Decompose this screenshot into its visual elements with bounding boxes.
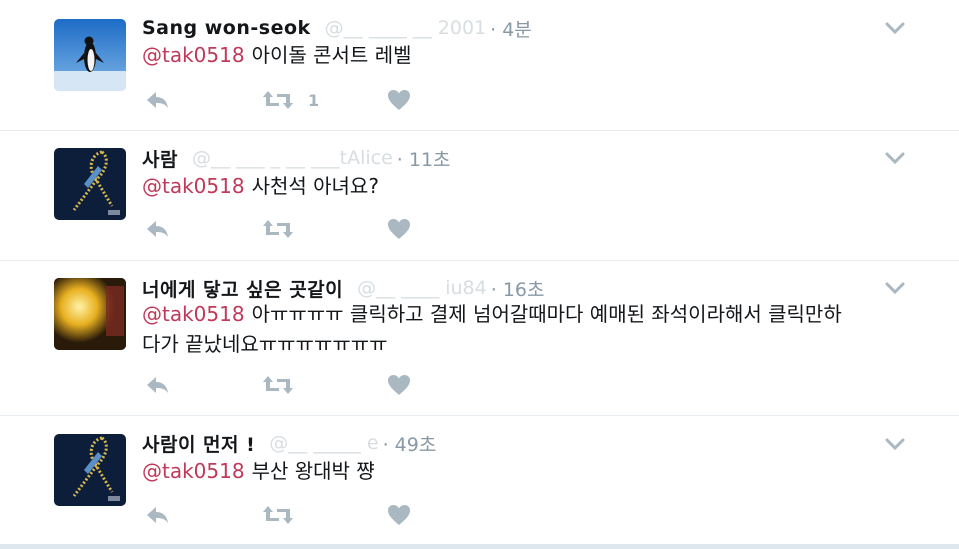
like-button[interactable]	[387, 502, 411, 528]
heart-icon	[387, 218, 411, 240]
mention-link[interactable]: @tak0518	[142, 174, 245, 198]
retweet-icon	[262, 374, 294, 396]
retweet-button[interactable]	[262, 372, 308, 398]
mention-link[interactable]: @tak0518	[142, 43, 245, 67]
tweet-body: 아이돌 콘서트 레벨	[251, 43, 412, 67]
like-button[interactable]	[387, 87, 411, 113]
tweet-text: @tak0518 아ㅠㅠㅠㅠ 클릭하고 결제 넘어갈때마다 예매된 좌석이라해서 …	[142, 299, 902, 359]
author-name[interactable]: 너에게 닿고 싶은 곳같이	[142, 275, 343, 302]
tweet-body-continued: 다가 끝났네요ㅠㅠㅠㅠㅠㅠㅠ	[142, 332, 388, 356]
like-button[interactable]	[387, 216, 411, 242]
retweet-button[interactable]	[262, 502, 308, 528]
reply-icon	[144, 374, 170, 396]
retweet-button[interactable]	[262, 216, 308, 242]
mention-link[interactable]: @tak0518	[142, 302, 245, 326]
author-name[interactable]: Sang won-seok	[142, 17, 311, 39]
retweet-count: 1	[308, 90, 320, 110]
chevron-down-icon[interactable]	[884, 436, 906, 451]
tweet[interactable]: 사람 @__ ___ _ __ ___tAlice · 11초 @tak0518…	[0, 131, 959, 261]
tweet-text: @tak0518 아이돌 콘서트 레벨	[142, 40, 902, 70]
retweet-button[interactable]: 1	[262, 87, 319, 113]
avatar[interactable]	[54, 148, 126, 220]
tweet-actions	[142, 216, 442, 242]
author-name[interactable]: 사람	[142, 145, 178, 172]
reply-button[interactable]	[144, 502, 170, 528]
tweet-actions	[142, 372, 442, 398]
author-handle[interactable]: @__ ____ __ 2001	[325, 17, 486, 39]
avatar[interactable]	[54, 434, 126, 506]
mention-link[interactable]: @tak0518	[142, 459, 245, 483]
tweet[interactable]: 사람이 먼저 ! @__ _____ e · 49초 @tak0518 부산 왕대…	[0, 416, 959, 544]
tweet-time[interactable]: · 16초	[491, 275, 545, 302]
heart-icon	[387, 504, 411, 526]
tweet-time[interactable]: · 4분	[490, 15, 532, 42]
heart-icon	[387, 374, 411, 396]
retweet-icon	[262, 218, 294, 240]
tweet-body: 사천석 아녀요?	[251, 174, 379, 198]
avatar[interactable]	[54, 278, 126, 350]
tweet-actions: 1	[142, 87, 442, 113]
tweet-body: 부산 왕대박 쨩	[251, 459, 375, 483]
reply-button[interactable]	[144, 372, 170, 398]
retweet-icon	[262, 89, 294, 111]
chevron-down-icon[interactable]	[884, 20, 906, 35]
retweet-icon	[262, 504, 294, 526]
chevron-down-icon[interactable]	[884, 280, 906, 295]
heart-icon	[387, 89, 411, 111]
author-handle[interactable]: @__ ____ iu84	[357, 277, 487, 299]
chevron-down-icon[interactable]	[884, 150, 906, 165]
like-button[interactable]	[387, 372, 411, 398]
reply-icon	[144, 504, 170, 526]
author-name[interactable]: 사람이 먼저 !	[142, 430, 255, 457]
reply-button[interactable]	[144, 216, 170, 242]
tweet-actions	[142, 502, 442, 528]
author-handle[interactable]: @__ ___ _ __ ___tAlice	[192, 147, 393, 169]
tweet-text: @tak0518 사천석 아녀요?	[142, 171, 902, 201]
tweet-body: 아ㅠㅠㅠㅠ 클릭하고 결제 넘어갈때마다 예매된 좌석이라해서 클릭만하	[251, 302, 842, 326]
tweet[interactable]: Sang won-seok @__ ____ __ 2001 · 4분 @tak…	[0, 0, 959, 131]
reply-icon	[144, 89, 170, 111]
tweet-time[interactable]: · 11초	[397, 145, 451, 172]
tweet-text: @tak0518 부산 왕대박 쨩	[142, 456, 902, 486]
timeline-bottom-edge	[0, 544, 959, 549]
tweet-time[interactable]: · 49초	[383, 430, 437, 457]
reply-button[interactable]	[144, 87, 170, 113]
tweet[interactable]: 너에게 닿고 싶은 곳같이 @__ ____ iu84 · 16초 @tak05…	[0, 261, 959, 416]
avatar[interactable]	[54, 19, 126, 91]
author-handle[interactable]: @__ _____ e	[269, 432, 378, 454]
reply-icon	[144, 218, 170, 240]
